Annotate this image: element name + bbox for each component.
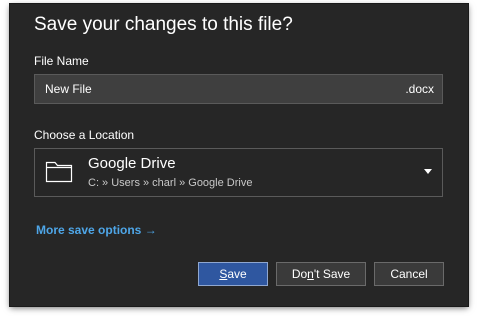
- save-button[interactable]: Save: [198, 262, 268, 286]
- folder-icon: [45, 161, 73, 183]
- chevron-down-icon[interactable]: [424, 169, 432, 174]
- file-extension: .docx: [405, 82, 434, 96]
- more-save-options-link[interactable]: More save options →: [36, 223, 157, 237]
- dont-save-button[interactable]: Don't Save: [276, 262, 366, 286]
- save-changes-dialog: Save your changes to this file? File Nam…: [10, 4, 468, 306]
- file-name-input[interactable]: [35, 75, 385, 103]
- location-label: Choose a Location: [34, 128, 135, 142]
- location-path: C: » Users » charl » Google Drive: [88, 177, 253, 189]
- save-label-rest: ave: [227, 267, 247, 281]
- location-dropdown[interactable]: Google Drive C: » Users » charl » Google…: [34, 148, 443, 197]
- file-name-field[interactable]: .docx: [34, 74, 443, 104]
- dont-save-label-pre: Do: [291, 267, 308, 281]
- dialog-title: Save your changes to this file?: [34, 14, 293, 35]
- dont-save-label-post: 't Save: [313, 267, 351, 281]
- location-name: Google Drive: [88, 155, 176, 172]
- dont-save-mnemonic: n: [307, 267, 314, 281]
- file-name-label: File Name: [34, 54, 89, 68]
- cancel-button[interactable]: Cancel: [374, 262, 444, 286]
